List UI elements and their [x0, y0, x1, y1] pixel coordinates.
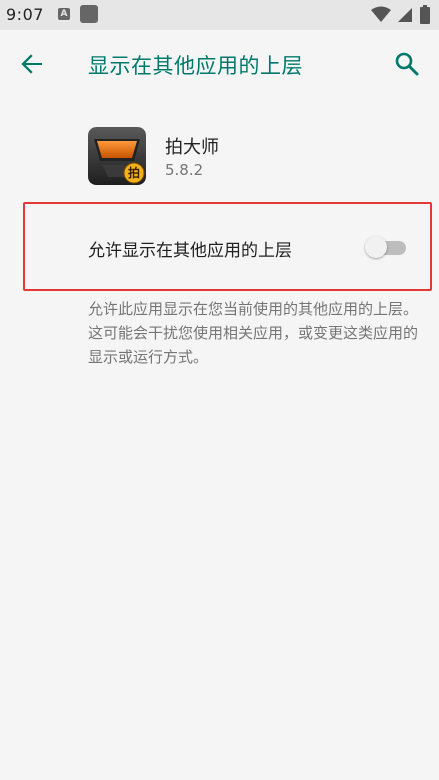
allow-overlay-switch[interactable]	[364, 234, 408, 260]
system-icons	[370, 4, 431, 26]
search-button[interactable]	[391, 48, 423, 80]
font-a-icon: A	[58, 8, 70, 20]
app-icon-badge: 拍	[127, 166, 140, 180]
app-name: 拍大师	[165, 137, 219, 158]
switch-thumb	[365, 236, 387, 258]
status-time: 9:07	[6, 5, 44, 24]
app-bar: 显示在其他应用的上层	[0, 30, 439, 98]
app-icon: 拍	[88, 127, 146, 185]
app-version: 5.8.2	[165, 161, 204, 179]
battery-icon	[420, 4, 430, 24]
arrow-left-icon	[21, 54, 42, 74]
search-icon	[395, 52, 419, 76]
allow-overlay-label: 允许显示在其他应用的上层	[88, 241, 292, 261]
square-app-icon	[80, 5, 98, 23]
wifi-icon	[370, 6, 391, 22]
page-title: 显示在其他应用的上层	[88, 54, 303, 78]
signal-icon	[397, 7, 412, 22]
back-button[interactable]	[16, 48, 48, 80]
status-bar: 9:07 A	[0, 0, 439, 30]
setting-description: 允许此应用显示在您当前使用的其他应用的上层。这可能会干扰您使用相关应用，或变更这…	[88, 300, 419, 366]
